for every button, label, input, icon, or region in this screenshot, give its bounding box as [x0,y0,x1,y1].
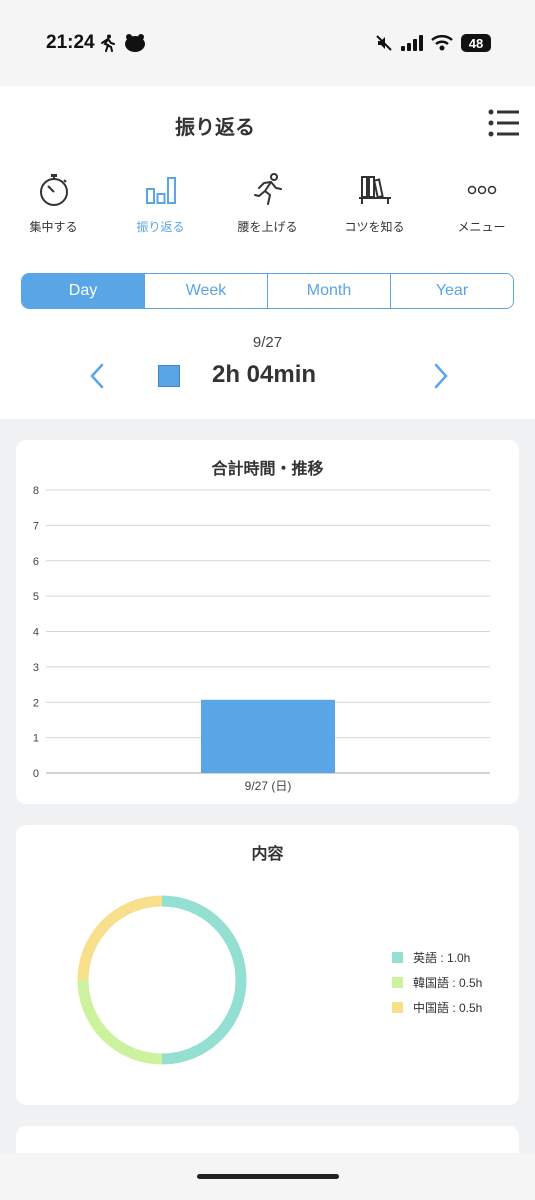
status-bar: 21:24 48 [0,0,535,86]
nav-label: 集中する [29,220,78,234]
nav-item-menu[interactable]: メニュー [428,172,535,242]
legend-item: 中国語 : 0.5h [392,999,482,1016]
signal-icon [401,35,423,51]
main-nav: 集中する 振り返る 腰を上げる コツを知る メニュー [0,172,535,242]
status-right-icons: 48 [375,34,491,52]
list-menu-icon [488,109,519,137]
tab-month[interactable]: Month [267,274,390,308]
content-breakdown-card: 内容 英語 : 1.0h 韓国語 : 0.5h 中国語 : 0.5h [16,825,519,1105]
nav-label: メニュー [457,220,506,234]
tab-year[interactable]: Year [390,274,513,308]
nav-item-focus[interactable]: 集中する [0,172,107,242]
y-tick-label: 0 [33,768,39,780]
y-tick-label: 2 [33,697,39,709]
walking-icon [101,34,115,52]
bookshelf-icon [358,176,391,204]
nav-item-tips[interactable]: コツを知る [321,172,428,242]
legend-item: 韓国語 : 0.5h [392,974,482,991]
bar-chart: 0 1 2 3 4 5 6 7 8 9/27 (日) [33,485,490,793]
total-time-chart-card: 合計時間・推移 0 1 2 3 4 5 6 7 8 9/27 (日) [16,440,519,804]
y-tick-label: 5 [33,591,39,603]
bar-chart-icon [145,177,176,204]
total-time: 2h 04min [212,361,317,388]
nav-label: コツを知る [344,220,405,234]
tab-day[interactable]: Day [22,274,144,308]
legend-swatch [392,977,403,988]
app-badge-icon [125,34,145,52]
y-tick-label: 1 [33,733,39,745]
bottom-bar [0,1153,535,1200]
donut-slice[interactable] [77,979,163,1065]
donut-legend: 英語 : 1.0h 韓国語 : 0.5h 中国語 : 0.5h [392,949,482,1024]
hamburger-menu-button[interactable] [487,108,521,138]
next-day-button[interactable] [428,361,452,391]
home-indicator[interactable] [197,1174,339,1179]
legend-swatch [392,1002,403,1013]
y-tick-label: 4 [33,627,39,639]
x-tick-label: 9/27 (日) [245,779,292,793]
nav-label: 振り返る [136,220,185,234]
legend-swatch [392,952,403,963]
y-tick-label: 7 [33,520,39,532]
chart-title: 合計時間・推移 [211,461,324,478]
status-time: 21:24 [46,32,95,53]
current-date: 9/27 [252,334,283,351]
wifi-icon [431,35,453,51]
chevron-right-icon [434,363,448,389]
app-header: 振り返る 集中する 振り返る 腰を上げる コツを知る メニュー [0,86,535,252]
nav-label: 腰を上げる [237,220,298,234]
period-segmented-control: Day Week Month Year [21,273,514,309]
y-tick-label: 3 [33,662,39,674]
y-tick-label: 6 [33,556,39,568]
running-person-icon [253,173,282,205]
mute-icon [376,35,392,51]
bar[interactable] [201,699,335,773]
legend-label: 英語 : 1.0h [413,951,471,965]
status-left-icons [100,33,146,53]
summary-section: Day Week Month Year 9/27 2h 04min [0,252,535,419]
nav-item-get-up[interactable]: 腰を上げる [214,172,321,242]
page-title: 振り返る [175,117,255,139]
chevron-left-icon [90,363,104,389]
tab-week[interactable]: Week [144,274,267,308]
legend-item: 英語 : 1.0h [392,949,482,966]
y-tick-label: 8 [33,485,39,497]
category-color-swatch [158,365,180,387]
legend-label: 韓国語 : 0.5h [413,976,483,990]
legend-label: 中国語 : 0.5h [413,1001,483,1015]
donut-slice[interactable] [77,895,163,981]
stopwatch-icon [39,174,68,206]
previous-day-button[interactable] [86,361,110,391]
more-dots-icon [467,185,496,195]
donut-slice[interactable] [161,895,247,1065]
nav-item-review[interactable]: 振り返る [107,172,214,242]
battery-indicator: 48 [461,34,491,52]
